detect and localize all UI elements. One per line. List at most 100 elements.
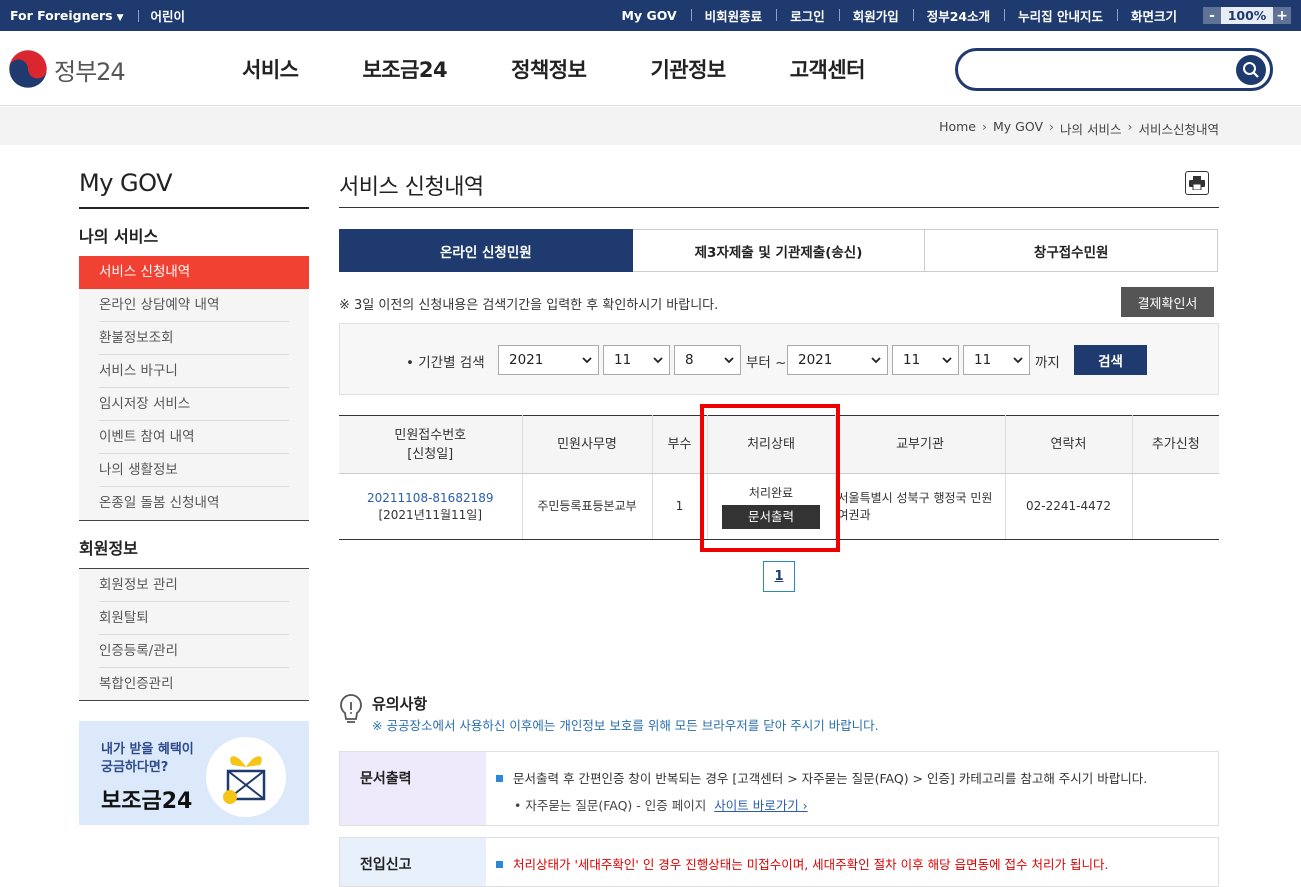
cell-contact: 02-2241-4472 bbox=[1005, 473, 1133, 540]
breadcrumb-mygov[interactable]: My GOV bbox=[993, 119, 1043, 138]
from-month-select[interactable]: 11 bbox=[603, 345, 670, 375]
main-nav: 서비스 보조금24 정책정보 기관정보 고객센터 bbox=[210, 31, 897, 106]
sidebar-item-withdraw[interactable]: 회원탈퇴 bbox=[79, 602, 309, 635]
nav-policy[interactable]: 정책정보 bbox=[511, 54, 587, 84]
request-table: 민원접수번호 [신청일] 민원사무명 부수 처리상태 교부기관 연락처 추가신청 … bbox=[339, 415, 1219, 540]
cell-copies: 1 bbox=[652, 473, 708, 540]
for-foreigners-link[interactable]: For Foreigners ▼ bbox=[10, 8, 124, 23]
faq-site-link[interactable]: 사이트 바로가기 › bbox=[714, 798, 807, 813]
gift-icon bbox=[206, 737, 286, 817]
lightbulb-icon bbox=[340, 694, 362, 723]
divider bbox=[79, 520, 309, 521]
about-link[interactable]: 정부24소개 bbox=[912, 6, 1004, 25]
nav-subsidy[interactable]: 보조금24 bbox=[362, 54, 447, 84]
sidebar-item-event[interactable]: 이벤트 참여 내역 bbox=[79, 421, 309, 454]
nav-service[interactable]: 서비스 bbox=[242, 54, 299, 84]
chevron-right-icon: › bbox=[1049, 119, 1054, 134]
to-text: 까지 bbox=[1035, 355, 1060, 371]
sidebar-item-member-manage[interactable]: 회원정보 관리 bbox=[79, 569, 309, 602]
col-header-copies: 부수 bbox=[652, 415, 708, 474]
banner-title: 보조금24 bbox=[101, 789, 193, 814]
search-icon bbox=[1243, 62, 1259, 78]
signup-link[interactable]: 회원가입 bbox=[838, 6, 913, 25]
banner-text: 내가 받을 혜택이 궁금하다면? bbox=[101, 742, 194, 775]
sidebar-item-service-history[interactable]: 서비스 신청내역 bbox=[79, 256, 309, 289]
chevron-right-icon: › bbox=[981, 119, 987, 134]
sidebar-section-member: 회원정보 bbox=[79, 539, 138, 558]
topbar-left: For Foreigners ▼ 어린이 bbox=[10, 0, 185, 31]
request-tabs: 온라인 신청민원 제3자제출 및 기관제출(송신) 창구접수민원 bbox=[339, 229, 1219, 272]
search-input[interactable] bbox=[974, 59, 1224, 81]
zoom-control: - 100% + bbox=[1203, 7, 1291, 24]
sidebar-item-life-info[interactable]: 나의 생활정보 bbox=[79, 454, 309, 487]
screen-size-label: 화면크기 bbox=[1116, 6, 1191, 25]
site-search bbox=[955, 48, 1273, 91]
sidebar-item-multi-cert[interactable]: 복합인증관리 bbox=[79, 668, 309, 701]
cell-number: 20211108-81682189 [2021년11월11일] bbox=[339, 473, 523, 540]
zoom-out-button[interactable]: - bbox=[1203, 7, 1221, 24]
status-text: 처리완료 bbox=[748, 485, 794, 500]
zoom-value: 100% bbox=[1227, 8, 1267, 23]
mygov-link[interactable]: My GOV bbox=[608, 8, 691, 23]
period-search-label: • 기간별 검색 bbox=[406, 355, 485, 371]
col-header-status: 처리상태 bbox=[707, 415, 836, 474]
sidebar-item-refund[interactable]: 환불정보조회 bbox=[79, 322, 309, 355]
logo-text: 정부24 bbox=[54, 57, 126, 86]
from-year-select[interactable]: 2021 bbox=[498, 345, 599, 375]
zoom-in-button[interactable]: + bbox=[1273, 7, 1291, 24]
breadcrumb: Home › My GOV › 나의 서비스 › 서비스신청내역 bbox=[939, 119, 1219, 138]
table-row: 20211108-81682189 [2021년11월11일] 주민등록표등본교부… bbox=[339, 473, 1219, 540]
login-link[interactable]: 로그인 bbox=[776, 6, 839, 25]
print-button[interactable] bbox=[1185, 171, 1209, 195]
col-header-name: 민원사무명 bbox=[522, 415, 653, 474]
kids-link[interactable]: 어린이 bbox=[151, 6, 186, 25]
sitemap-link[interactable]: 누리집 안내지도 bbox=[1004, 6, 1117, 25]
breadcrumb-current: 서비스신청내역 bbox=[1138, 122, 1219, 137]
nav-support[interactable]: 고객센터 bbox=[790, 54, 866, 84]
print-document-button[interactable]: 문서출력 bbox=[722, 504, 820, 529]
sidebar-item-service-basket[interactable]: 서비스 바구니 bbox=[79, 355, 309, 388]
search-button[interactable] bbox=[1236, 55, 1266, 85]
tab-online-request[interactable]: 온라인 신청민원 bbox=[339, 229, 633, 272]
subsidy-banner[interactable]: 내가 받을 혜택이 궁금하다면? 보조금24 bbox=[79, 721, 309, 825]
from-text: 부터 ~ bbox=[746, 355, 787, 371]
col-header-number: 민원접수번호 [신청일] bbox=[339, 415, 523, 474]
topbar-right: My GOV 비회원종료 로그인 회원가입 정부24소개 누리집 안내지도 화면… bbox=[608, 0, 1291, 31]
to-year-select[interactable]: 2021 bbox=[787, 345, 888, 375]
breadcrumb-my-service[interactable]: 나의 서비스 bbox=[1060, 119, 1121, 138]
info-body-print: 문서출력 후 간편인증 창이 반복되는 경우 [고객센터 > 자주묻는 질문(F… bbox=[486, 752, 1218, 825]
nav-agency[interactable]: 기관정보 bbox=[650, 54, 726, 84]
sidebar-item-consult-reservation[interactable]: 온라인 상담예약 내역 bbox=[79, 289, 309, 322]
request-number-link[interactable]: 20211108-81682189 bbox=[367, 491, 494, 505]
printer-icon bbox=[1189, 176, 1205, 190]
breadcrumb-bar: Home › My GOV › 나의 서비스 › 서비스신청내역 bbox=[0, 107, 1301, 145]
caret-down-icon: ▼ bbox=[116, 13, 124, 23]
cell-agency: 서울특별시 성북구 행정국 민원여권과 bbox=[835, 473, 1006, 540]
chevron-down-icon bbox=[582, 357, 592, 364]
info-box-move-in: 전입신고 처리상태가 '세대주확인' 인 경우 진행상태는 미접수이며, 세대주… bbox=[339, 837, 1219, 887]
to-day-select[interactable]: 11 bbox=[963, 345, 1030, 375]
sidebar-item-care[interactable]: 온종일 돌봄 신청내역 bbox=[79, 487, 309, 520]
tab-third-party[interactable]: 제3자제출 및 기관제출(송신) bbox=[632, 229, 926, 272]
period-search-button[interactable]: 검색 bbox=[1074, 345, 1147, 375]
site-logo[interactable]: 정부24 bbox=[8, 49, 126, 89]
sidebar-item-cert[interactable]: 인증등록/관리 bbox=[79, 635, 309, 668]
chevron-down-icon bbox=[942, 357, 952, 364]
sidebar-item-temp-save[interactable]: 임시저장 서비스 bbox=[79, 388, 309, 421]
info-box-print: 문서출력 문서출력 후 간편인증 창이 반복되는 경우 [고객센터 > 자주묻는… bbox=[339, 751, 1219, 826]
pagination-page-1[interactable]: 1 bbox=[763, 561, 795, 592]
period-search: • 기간별 검색 2021 11 8 부터 ~ 2021 11 11 까지 검색 bbox=[339, 323, 1219, 395]
info-label-move-in: 전입신고 bbox=[340, 838, 486, 886]
tab-counter-request[interactable]: 창구접수민원 bbox=[925, 229, 1219, 272]
guest-logout-link[interactable]: 비회원종료 bbox=[690, 6, 777, 25]
to-month-select[interactable]: 11 bbox=[892, 345, 959, 375]
payment-confirm-button[interactable]: 결제확인서 bbox=[1121, 287, 1214, 317]
sidebar-title: My GOV bbox=[79, 169, 173, 197]
site-header: 정부24 서비스 보조금24 정책정보 기관정보 고객센터 bbox=[0, 31, 1301, 106]
cell-extra bbox=[1132, 473, 1219, 540]
from-day-select[interactable]: 8 bbox=[674, 345, 741, 375]
caution-title: 유의사항 bbox=[372, 695, 428, 713]
col-header-extra: 추가신청 bbox=[1132, 415, 1219, 474]
chevron-down-icon bbox=[724, 357, 734, 364]
breadcrumb-home[interactable]: Home bbox=[939, 119, 976, 138]
